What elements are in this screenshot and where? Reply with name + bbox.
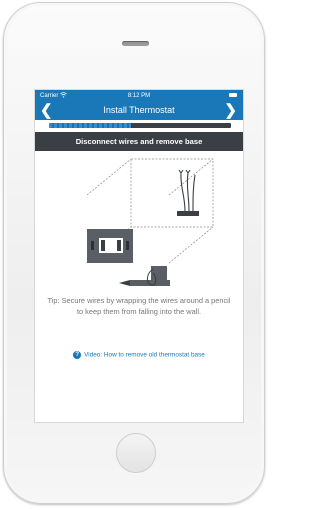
page-title: Install Thermostat xyxy=(103,105,175,115)
progress-area xyxy=(35,120,243,132)
pencil-icon xyxy=(119,266,170,286)
app-screen: Carrier 8:12 PM ❮ Install Thermostat ❯ D… xyxy=(34,89,244,423)
step-heading: Disconnect wires and remove base xyxy=(35,132,243,151)
chevron-right-icon[interactable]: ❯ xyxy=(224,103,237,119)
progress-bar xyxy=(49,123,231,128)
tip-text: Tip: Secure wires by wrapping the wires … xyxy=(47,296,231,316)
progress-fill xyxy=(49,123,131,128)
video-link[interactable]: ? Video: How to remove old thermostat bas… xyxy=(35,351,243,359)
thermostat-base-illustration xyxy=(86,158,214,286)
question-circle-icon: ? xyxy=(73,351,82,359)
battery-icon xyxy=(229,93,237,97)
wire-bundle-base xyxy=(177,211,199,216)
nav-bar: ❮ Install Thermostat ❯ xyxy=(35,102,243,120)
speaker xyxy=(122,41,149,46)
home-button[interactable] xyxy=(116,433,156,473)
status-time: 8:12 PM xyxy=(127,93,151,99)
status-bar: Carrier 8:12 PM xyxy=(35,90,243,102)
video-link-label: Video: How to remove old thermostat base xyxy=(84,351,205,359)
phone-frame: Carrier 8:12 PM ❮ Install Thermostat ❯ D… xyxy=(3,2,265,504)
wires-icon xyxy=(178,169,196,212)
